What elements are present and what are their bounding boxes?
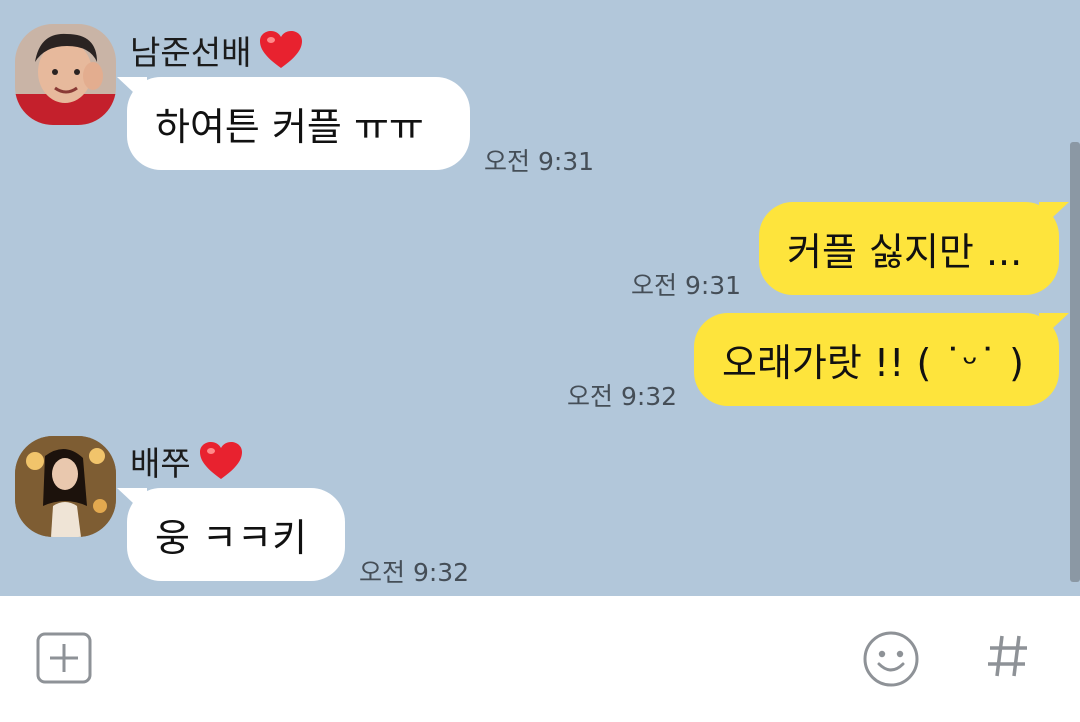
message-timestamp: 오전 9:32	[359, 558, 470, 587]
hash-icon	[988, 635, 1027, 677]
chat-scrollbar[interactable]	[1070, 142, 1080, 582]
message-input[interactable]	[130, 626, 830, 692]
message-timestamp: 오전 9:31	[631, 271, 742, 300]
sender-avatar-namjun[interactable]	[15, 24, 116, 125]
outgoing-message-bubble[interactable]: 오래가랏 !! ( ˙ᵕ˙ )	[694, 313, 1059, 406]
emoji-button[interactable]	[862, 630, 920, 688]
sender-name: 배쭈	[130, 437, 243, 485]
smiley-icon	[863, 631, 919, 687]
incoming-message-bubble[interactable]: 웅 ㅋㅋ키	[127, 488, 345, 581]
add-attachment-button[interactable]	[36, 632, 92, 684]
sender-avatar-baejju[interactable]	[15, 436, 116, 537]
heart-icon	[199, 441, 243, 481]
incoming-message-bubble[interactable]: 하여튼 커플 ㅠㅠ	[127, 77, 470, 170]
message-text: 커플 싫지만 ...	[787, 230, 1023, 274]
message-timestamp: 오전 9:31	[484, 147, 595, 176]
plus-square-icon	[36, 632, 92, 684]
heart-icon	[259, 30, 303, 70]
sender-name: 남준선배	[130, 26, 303, 74]
sender-name-label: 배쭈	[130, 444, 191, 483]
sender-name-label: 남준선배	[130, 33, 252, 72]
chat-area[interactable]: 남준선배 하여튼 커플 ㅠㅠ 오전 9:31 커플 싫지만 ... 오전 9:3…	[0, 0, 1080, 596]
message-input-bar	[0, 596, 1080, 722]
hashtag-button[interactable]	[986, 632, 1030, 680]
message-text: 웅 ㅋㅋ키	[155, 516, 307, 560]
outgoing-message-bubble[interactable]: 커플 싫지만 ...	[759, 202, 1059, 295]
message-text: 오래가랏 !! ( ˙ᵕ˙ )	[722, 341, 1024, 385]
message-text: 하여튼 커플 ㅠㅠ	[155, 105, 424, 149]
message-timestamp: 오전 9:32	[567, 382, 678, 411]
